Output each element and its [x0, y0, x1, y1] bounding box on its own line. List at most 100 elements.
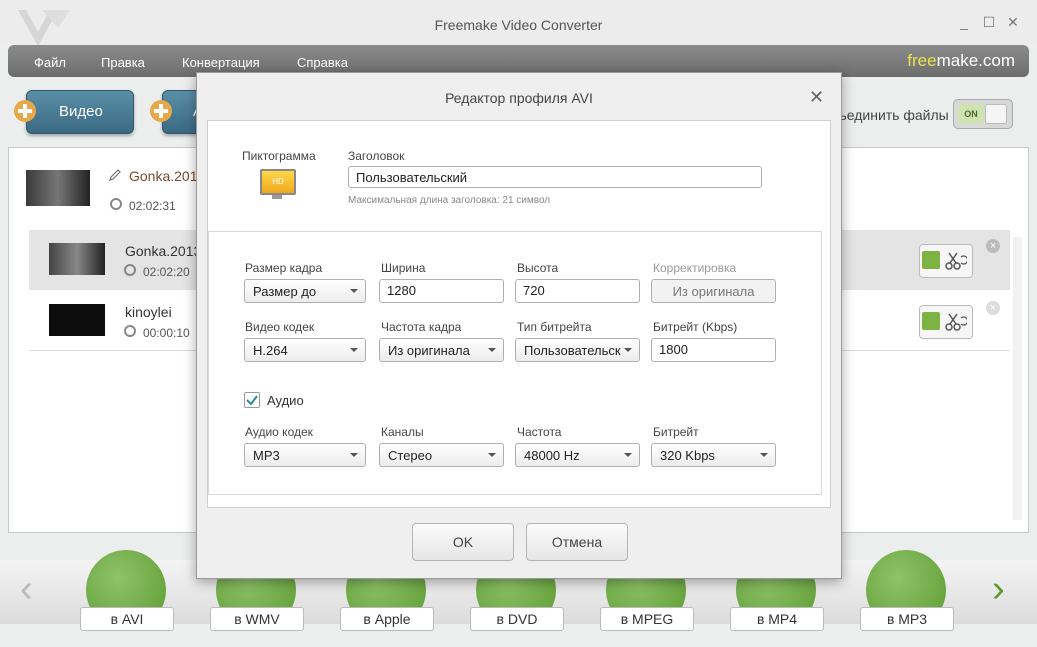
menu-help[interactable]: Справка — [297, 55, 348, 70]
chevron-right-icon[interactable]: › — [992, 568, 1005, 611]
title-bar: Freemake Video Converter _ ☐ ✕ — [0, 0, 1037, 46]
format-label: в MP4 — [730, 607, 824, 631]
profile-hd-icon[interactable]: HD — [260, 169, 296, 195]
audio-codec-value: MP3 — [253, 448, 280, 463]
close-icon[interactable]: ✕ — [809, 87, 824, 108]
video-thumbnail — [49, 304, 105, 336]
chevron-down-icon — [488, 348, 496, 352]
chevron-down-icon — [624, 453, 632, 457]
clock-icon — [124, 325, 136, 337]
channels-value: Стерео — [388, 448, 433, 463]
menu-edit[interactable]: Правка — [101, 55, 145, 70]
format-label: в MP3 — [860, 607, 954, 631]
scissors-icon[interactable] — [945, 252, 967, 270]
header-hint: Максимальная длина заголовка: 21 символ — [348, 195, 551, 206]
audio-codec-select[interactable]: MP3 — [244, 443, 366, 467]
clock-icon — [110, 198, 122, 210]
video-bitrate-input[interactable]: 1800 — [651, 338, 776, 362]
bitrate-type-value: Пользовательск — [524, 343, 621, 358]
scissors-icon[interactable] — [945, 313, 967, 331]
audio-checkbox-label[interactable]: Аудио — [267, 393, 304, 408]
add-video-button[interactable]: Видео — [26, 90, 134, 134]
frequency-select[interactable]: 48000 Hz — [515, 443, 640, 467]
dialog-content: Пиктограмма HD Заголовок Пользовательски… — [207, 120, 831, 508]
header-input[interactable]: Пользовательский — [348, 166, 762, 188]
file-duration: 02:02:31 — [129, 199, 176, 213]
format-avi-button[interactable]: в AVI — [80, 550, 174, 631]
fps-value: Из оригинала — [388, 343, 470, 358]
maximize-button[interactable]: ☐ — [979, 12, 999, 32]
brand-link[interactable]: freemake.com — [907, 51, 1015, 71]
ok-button[interactable]: OK — [412, 523, 514, 561]
close-window-button[interactable]: ✕ — [1003, 12, 1023, 32]
audio-bitrate-value: 320 Kbps — [660, 448, 715, 463]
clock-icon — [124, 264, 136, 276]
format-label: в Apple — [340, 607, 434, 631]
audio-checkbox[interactable] — [244, 392, 260, 408]
plus-icon — [14, 100, 36, 122]
file-name: Gonka.2013. — [125, 243, 206, 259]
audio-bitrate-label: Битрейт — [653, 425, 699, 439]
settings-panel: Размер кадра Размер до Ширина 1280 Высот… — [208, 231, 822, 495]
add-video-label: Видео — [59, 103, 103, 120]
channels-select[interactable]: Стерео — [379, 443, 504, 467]
fps-select[interactable]: Из оригинала — [379, 338, 504, 362]
correction-button[interactable]: Из оригинала — [651, 279, 776, 303]
cancel-button[interactable]: Отмена — [526, 523, 628, 561]
frame-size-value: Размер до — [253, 284, 317, 299]
edit-actions[interactable] — [919, 305, 973, 339]
fps-label: Частота кадра — [381, 320, 462, 334]
width-input[interactable]: 1280 — [379, 279, 504, 303]
frequency-label: Частота — [517, 425, 562, 439]
remove-file-icon[interactable]: × — [986, 301, 1000, 315]
video-codec-select[interactable]: H.264 — [244, 338, 366, 362]
minimize-button[interactable]: _ — [954, 12, 974, 32]
width-label: Ширина — [381, 261, 426, 275]
brand-make: make.com — [936, 51, 1015, 70]
chevron-down-icon — [350, 289, 358, 293]
video-bitrate-label: Битрейт (Kbps) — [653, 320, 738, 334]
file-name: Gonka.201 — [129, 168, 198, 184]
chevron-down-icon — [624, 348, 632, 352]
edit-pencil-icon[interactable] — [109, 169, 121, 181]
chevron-down-icon — [350, 348, 358, 352]
video-thumbnail — [49, 243, 105, 275]
correction-label: Корректировка — [653, 261, 737, 275]
play-icon[interactable] — [922, 312, 940, 330]
file-name: kinoylei — [125, 304, 172, 320]
format-label: в MPEG — [600, 607, 694, 631]
audio-bitrate-select[interactable]: 320 Kbps — [651, 443, 776, 467]
edit-actions[interactable] — [919, 244, 973, 278]
remove-file-icon[interactable]: × — [986, 239, 1000, 253]
chevron-down-icon — [350, 453, 358, 457]
bitrate-type-label: Тип битрейта — [517, 320, 592, 334]
height-label: Высота — [517, 261, 559, 275]
join-files-label: ъединить файлы — [838, 107, 949, 123]
dialog-title: Редактор профиля AVI — [445, 90, 593, 106]
video-thumbnail — [26, 170, 90, 206]
frame-size-select[interactable]: Размер до — [244, 279, 366, 303]
scrollbar[interactable] — [1013, 237, 1022, 520]
toggle-on-label: ON — [958, 104, 984, 124]
chevron-left-icon[interactable]: ‹ — [20, 568, 33, 611]
toggle-knob — [985, 104, 1007, 124]
format-label: в WMV — [210, 607, 304, 631]
avi-profile-dialog: Редактор профиля AVI ✕ Пиктограмма HD За… — [196, 72, 842, 579]
channels-label: Каналы — [381, 425, 424, 439]
height-input[interactable]: 720 — [515, 279, 640, 303]
bitrate-type-select[interactable]: Пользовательск — [515, 338, 640, 362]
header-label: Заголовок — [348, 149, 405, 163]
checkmark-icon — [246, 395, 258, 406]
file-duration: 02:02:20 — [143, 265, 190, 279]
format-mp3-button[interactable]: в MP3 — [860, 550, 954, 631]
monitor-stand — [272, 195, 282, 199]
menu-file[interactable]: Файл — [34, 55, 66, 70]
format-label: в DVD — [470, 607, 564, 631]
frequency-value: 48000 Hz — [524, 448, 580, 463]
brand-free: free — [907, 51, 937, 70]
menu-convert[interactable]: Конвертация — [182, 55, 260, 70]
audio-codec-label: Аудио кодек — [245, 425, 313, 439]
play-icon[interactable] — [922, 251, 940, 269]
join-files-toggle[interactable]: ON — [953, 99, 1013, 129]
plus-icon — [150, 100, 172, 122]
